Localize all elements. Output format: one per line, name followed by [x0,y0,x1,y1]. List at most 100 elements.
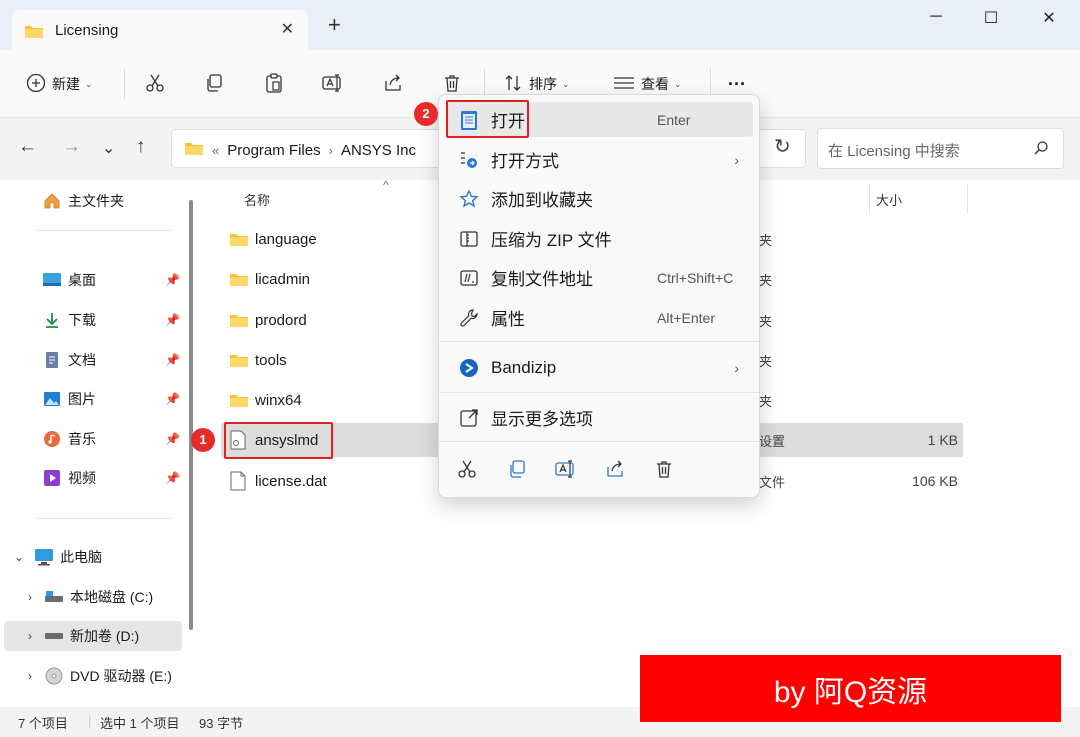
pin-icon[interactable]: 📌 [165,471,180,485]
trash-icon[interactable] [654,459,674,482]
menu-item-add-favorite[interactable]: 添加到收藏夹 [447,181,753,216]
sidebar-item-dvd-e[interactable]: › DVD 驱动器 (E:) [28,661,188,691]
zip-icon [457,229,481,249]
chevron-down-icon: ⌄ [85,78,93,89]
step1-badge: 1 [191,428,215,452]
cut-icon[interactable] [457,459,477,482]
back-arrow-icon[interactable]: ← [18,136,37,158]
menu-item-bandizip[interactable]: Bandizip › [447,350,753,385]
sidebar-item-desktop[interactable]: 桌面 📌 [42,265,182,295]
sidebar-item-pictures[interactable]: 图片 📌 [42,384,182,414]
sort-icon [503,73,523,96]
wrench-icon [457,308,481,328]
sidebar-item-downloads[interactable]: 下载 📌 [42,305,182,335]
menu-item-compress-zip[interactable]: 压缩为 ZIP 文件 [447,221,753,256]
sidebar-item-drive-c[interactable]: › 本地磁盘 (C:) [28,582,182,612]
selection-size: 93 字节 [199,716,244,731]
step1-highlight [224,422,333,459]
sidebar-item-label: 图片 [68,391,96,407]
sort-label: 排序 [529,76,557,92]
up-arrow-icon[interactable]: ↑ [136,136,146,158]
copy-path-icon [457,268,481,288]
computer-icon [34,547,54,567]
sidebar-item-label: 下载 [68,312,96,328]
maximize-button[interactable]: ☐ [968,8,1014,32]
clipboard-icon [264,72,284,96]
close-tab-icon[interactable]: ✕ [281,19,294,39]
file-name: licadmin [255,270,311,288]
sidebar-item-videos[interactable]: 视频 📌 [42,463,182,493]
home-icon [42,191,62,211]
tab-licensing[interactable]: Licensing ✕ [12,10,308,50]
sidebar-item-music[interactable]: 音乐 📌 [42,424,182,454]
recent-chevron-icon[interactable]: ⌄ [102,138,115,158]
sort-ascending-icon: ^ [383,178,389,192]
scissors-icon [145,73,165,96]
column-divider[interactable] [967,184,968,214]
share-icon[interactable] [605,459,625,482]
sidebar-item-home[interactable]: 主文件夹 [42,186,182,216]
breadcrumb-ansys-inc[interactable]: ANSYS Inc [341,142,416,159]
overflow-chevron[interactable]: « [212,143,219,158]
video-icon [42,468,62,488]
search-input[interactable]: 在 Licensing 中搜索 [817,128,1064,169]
sidebar-item-label: 主文件夹 [68,193,124,209]
sidebar-item-drive-d[interactable]: › 新加卷 (D:) [4,621,182,651]
column-header-name[interactable]: 名称 [244,190,270,209]
chevron-right-icon[interactable]: › [28,669,32,683]
file-type: 夹 [759,353,773,369]
pin-icon[interactable]: 📌 [165,432,180,446]
sidebar-scrollbar[interactable] [189,200,193,630]
column-divider[interactable] [869,184,870,214]
sidebar-item-label: 桌面 [68,272,96,288]
refresh-icon[interactable]: ↻ [774,134,791,159]
close-window-button[interactable]: ✕ [1026,8,1072,32]
column-header-size[interactable]: 大小 [876,190,902,209]
rename-icon [322,73,344,96]
sidebar-item-label: 新加卷 (D:) [70,628,140,644]
chevron-right-icon[interactable]: › [28,629,32,643]
trash-icon [442,73,462,96]
minimize-button[interactable]: ─ [913,8,959,32]
pin-icon[interactable]: 📌 [165,353,180,367]
file-size: 106 KB [912,473,958,489]
menu-item-show-more-options[interactable]: 显示更多选项 [447,400,753,435]
chevron-down-icon: ⌄ [674,78,682,89]
sidebar-item-label: 本地磁盘 (C:) [70,589,154,605]
menu-item-label: Bandizip [491,357,557,377]
search-placeholder: 在 Licensing 中搜索 [828,143,960,160]
more-options-icon [457,408,481,428]
file-name: tools [255,351,287,369]
pin-icon[interactable]: 📌 [165,313,180,327]
cut-button[interactable] [145,70,165,98]
breadcrumb-program-files[interactable]: Program Files [227,142,320,159]
file-type: 夹 [759,232,773,248]
sidebar-item-label: 视频 [68,470,96,486]
sidebar-divider [36,230,172,231]
copy-icon[interactable] [507,459,527,482]
paste-button[interactable] [264,70,284,98]
menu-shortcut: Ctrl+Shift+C [657,269,734,286]
new-button[interactable]: 新建 ⌄ [26,70,93,98]
new-tab-button[interactable]: + [328,14,341,36]
chevron-right-icon[interactable]: › [28,590,32,604]
menu-item-properties[interactable]: 属性 Alt+Enter [447,300,753,335]
sidebar-item-documents[interactable]: 文档 📌 [42,345,182,375]
pin-icon[interactable]: 📌 [165,273,180,287]
sidebar-item-this-pc[interactable]: ⌄ 此电脑 [14,542,182,572]
copy-button[interactable] [204,70,224,98]
share-button[interactable] [383,70,403,98]
forward-arrow-icon[interactable]: → [62,136,81,158]
chevron-down-icon[interactable]: ⌄ [14,550,24,564]
chevron-right-icon: › [734,359,739,376]
rename-icon[interactable] [555,459,577,482]
open-with-icon [457,150,481,170]
menu-item-open-with[interactable]: 打开方式 › [447,142,753,177]
chevron-right-icon[interactable]: › [329,143,333,158]
plus-circle-icon [26,73,46,96]
rename-button[interactable] [322,70,344,98]
menu-item-copy-path[interactable]: 复制文件地址 Ctrl+Shift+C [447,260,753,295]
file-name: language [255,230,317,248]
file-name: license.dat [255,472,327,490]
pin-icon[interactable]: 📌 [165,392,180,406]
